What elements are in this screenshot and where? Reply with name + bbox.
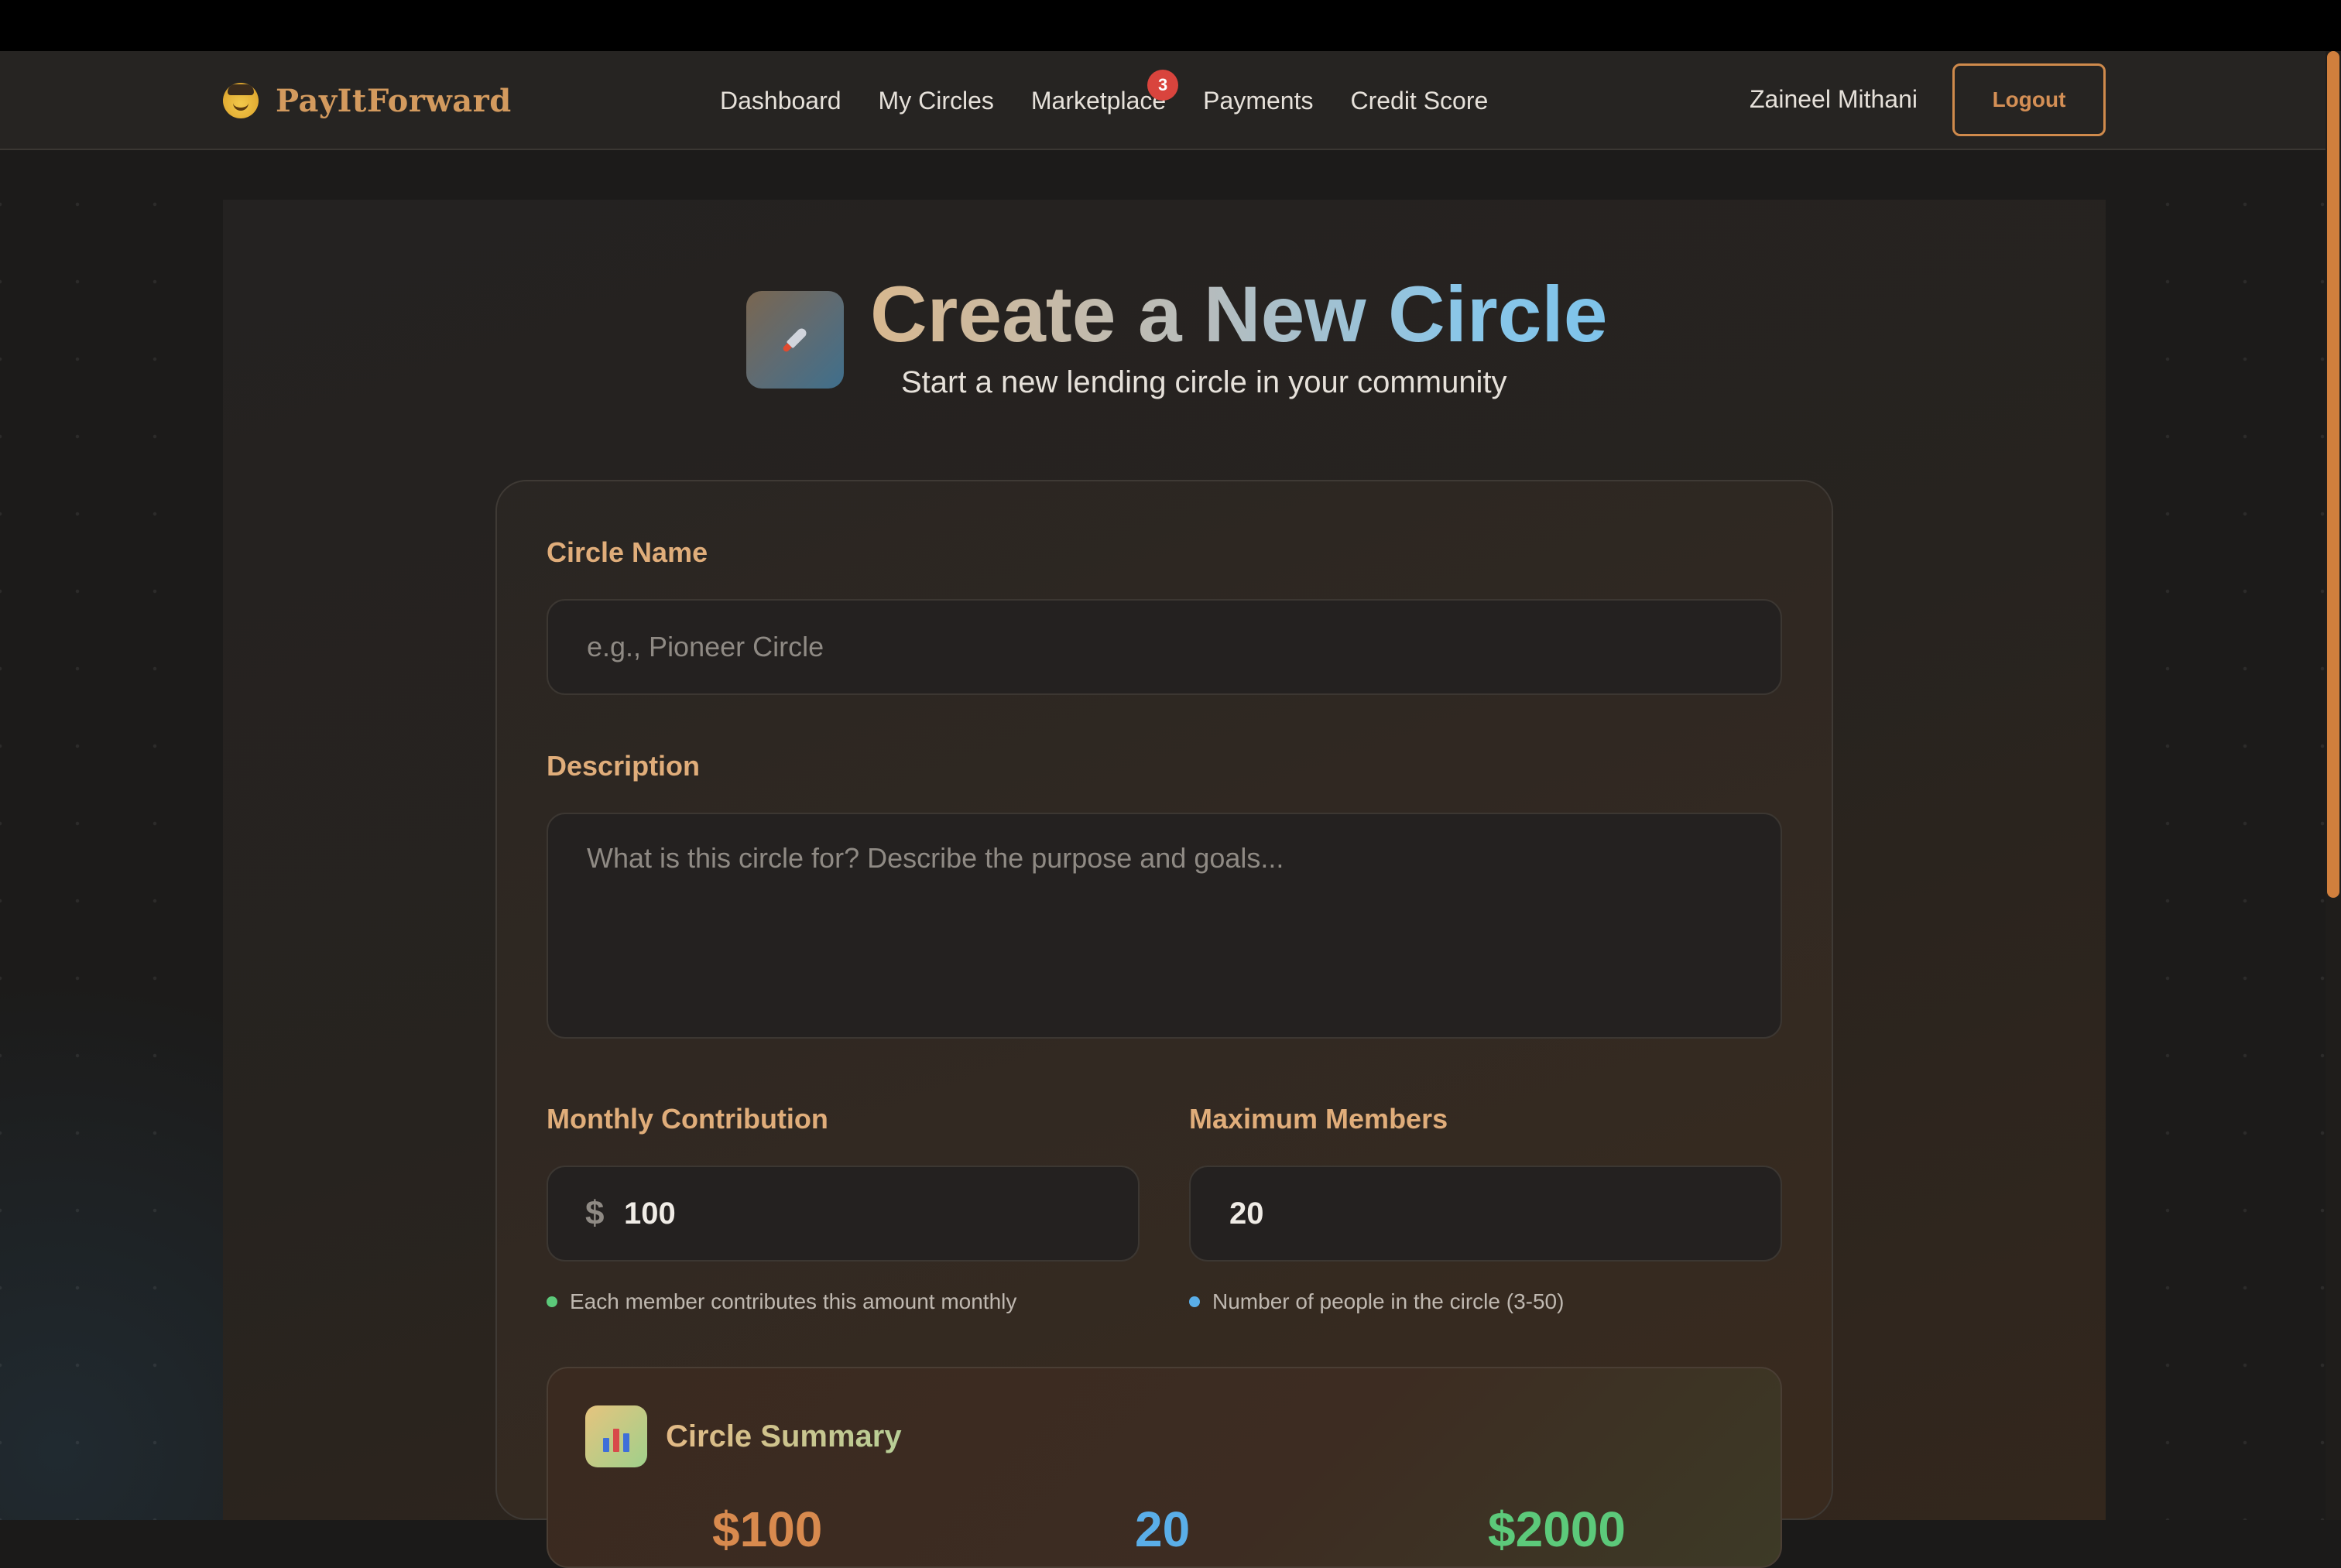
marketplace-notification-badge: 3 — [1147, 70, 1179, 101]
max-members-hint-text: Number of people in the circle (3-50) — [1212, 1289, 1565, 1313]
bar-chart-bar — [613, 1429, 619, 1452]
max-members-input[interactable] — [1228, 1167, 1743, 1260]
summary-monthly-amount: $100 — [712, 1501, 823, 1557]
circle-name-label: Circle Name — [547, 536, 708, 568]
top-navbar: PayItForward Dashboard My Circles Market… — [0, 51, 2341, 150]
window-top-bar — [0, 0, 2341, 51]
page-subtitle: Start a new lending circle in your commu… — [901, 365, 1507, 399]
bar-chart-bar — [623, 1433, 629, 1452]
circle-name-input[interactable] — [585, 601, 1743, 693]
max-members-field-wrapper — [1189, 1166, 1782, 1262]
description-field-wrapper — [547, 813, 1782, 1039]
nav-links: Dashboard My Circles Marketplace 3 Payme… — [720, 70, 1488, 119]
max-members-label: Maximum Members — [1189, 1103, 1448, 1135]
brand-logo[interactable]: PayItForward — [223, 78, 512, 123]
blue-dot-icon — [1189, 1296, 1200, 1307]
user-name: Zaineel Mithani — [1750, 85, 1918, 113]
page-title: Create a New Circle — [870, 265, 1607, 364]
nav-link-dashboard[interactable]: Dashboard — [720, 82, 841, 119]
monthly-contribution-field-wrapper: $ — [547, 1166, 1140, 1262]
max-members-hint: Number of people in the circle (3-50) — [1189, 1286, 1564, 1317]
rocket-icon — [746, 291, 844, 389]
description-textarea[interactable] — [585, 840, 1743, 1011]
nav-link-marketplace[interactable]: Marketplace 3 — [1030, 70, 1179, 119]
dollar-sign-icon: $ — [585, 1194, 605, 1232]
green-dot-icon — [547, 1296, 557, 1307]
summary-member-count: 20 — [1135, 1501, 1191, 1557]
nav-link-credit-score[interactable]: Credit Score — [1350, 82, 1488, 119]
scrollbar-thumb[interactable] — [2327, 51, 2339, 898]
monthly-contribution-hint: Each member contributes this amount mont… — [547, 1286, 1016, 1317]
nav-link-my-circles[interactable]: My Circles — [879, 82, 994, 119]
monthly-contribution-hint-text: Each member contributes this amount mont… — [570, 1289, 1017, 1313]
nav-link-marketplace-label: Marketplace — [1030, 87, 1167, 115]
monthly-contribution-input[interactable] — [622, 1167, 1101, 1260]
circle-summary-title: Circle Summary — [666, 1416, 902, 1457]
bar-chart-icon — [585, 1405, 647, 1467]
monthly-contribution-label: Monthly Contribution — [547, 1103, 828, 1135]
cowboy-emoji-icon — [223, 83, 259, 118]
logout-button[interactable]: Logout — [1952, 63, 2106, 136]
rocket-glyph — [776, 320, 815, 360]
description-label: Description — [547, 750, 701, 782]
brand-name: PayItForward — [276, 82, 512, 119]
bar-chart-bar — [603, 1438, 609, 1452]
nav-link-payments[interactable]: Payments — [1203, 82, 1313, 119]
summary-total-pool: $2000 — [1488, 1501, 1626, 1557]
circle-name-field-wrapper — [547, 599, 1782, 695]
